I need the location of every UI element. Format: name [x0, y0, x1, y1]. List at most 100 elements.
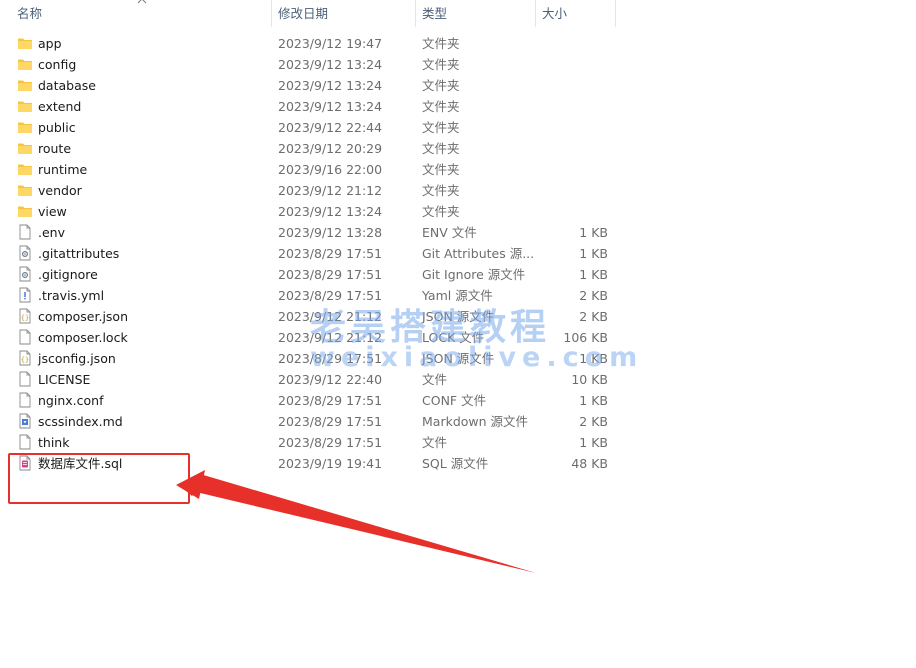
file-name: composer.json [38, 309, 129, 324]
file-name: database [38, 78, 96, 93]
file-type: 文件夹 [422, 204, 460, 219]
file-row[interactable]: composer.lock 2023/9/12 21:12 LOCK 文件 106 K… [0, 327, 616, 348]
file-icon [17, 392, 33, 408]
column-header-size[interactable]: 大小 [542, 0, 567, 27]
file-row[interactable]: extend 2023/9/12 13:24 文件夹 [0, 96, 616, 117]
file-name: config [38, 57, 77, 72]
folder-icon [17, 56, 33, 72]
file-modified: 2023/9/12 21:12 [278, 183, 383, 198]
file-row[interactable]: scssindex.md 2023/8/29 17:51 Markdown 源文件 2… [0, 411, 616, 432]
column-divider[interactable] [415, 0, 416, 27]
file-modified: 2023/9/12 13:24 [278, 204, 383, 219]
file-type: 文件夹 [422, 162, 460, 177]
column-header-type[interactable]: 类型 [422, 0, 447, 27]
column-divider[interactable] [535, 0, 536, 27]
file-modified: 2023/9/12 13:24 [278, 57, 383, 72]
file-name: nginx.conf [38, 393, 104, 408]
file-type: JSON 源文件 [422, 309, 495, 324]
file-row[interactable]: database 2023/9/12 13:24 文件夹 [0, 75, 616, 96]
file-size: 1 KB [579, 435, 608, 450]
file-type: 文件夹 [422, 183, 460, 198]
file-type: 文件夹 [422, 36, 460, 51]
file-row[interactable]: route 2023/9/12 20:29 文件夹 [0, 138, 616, 159]
exclaim-file-icon [17, 287, 33, 303]
file-icon [17, 371, 33, 387]
file-name: runtime [38, 162, 88, 177]
folder-icon [17, 140, 33, 156]
file-type: 文件 [422, 372, 448, 387]
folder-icon [17, 77, 33, 93]
file-row[interactable]: .gitattributes 2023/8/29 17:51 Git Attribu… [0, 243, 616, 264]
file-name: .gitignore [38, 267, 98, 282]
file-type: 文件夹 [422, 120, 460, 135]
file-size: 2 KB [579, 309, 608, 324]
braces-file-icon: {} [17, 308, 33, 324]
column-header-name[interactable]: 名称 [17, 0, 42, 27]
svg-text:{}: {} [21, 356, 29, 364]
folder-icon [17, 161, 33, 177]
file-modified: 2023/8/29 17:51 [278, 351, 383, 366]
file-modified: 2023/8/29 17:51 [278, 246, 383, 261]
file-type: 文件夹 [422, 57, 460, 72]
gear-file-icon [17, 245, 33, 261]
file-modified: 2023/9/12 20:29 [278, 141, 383, 156]
file-row[interactable]: {} jsconfig.json 2023/8/29 17:51 JSON 源文件 1 … [0, 348, 616, 369]
file-type: Git Ignore 源文件 [422, 267, 526, 282]
file-type: ENV 文件 [422, 225, 477, 240]
folder-icon [17, 203, 33, 219]
file-row[interactable]: public 2023/9/12 22:44 文件夹 [0, 117, 616, 138]
file-name: extend [38, 99, 82, 114]
file-row[interactable]: .gitignore 2023/8/29 17:51 Git Ignore 源文件 1… [0, 264, 616, 285]
file-modified: 2023/8/29 17:51 [278, 435, 383, 450]
file-name: .travis.yml [38, 288, 105, 303]
file-size: 2 KB [579, 288, 608, 303]
gear-file-icon [17, 266, 33, 282]
file-name: public [38, 120, 76, 135]
file-size: 48 KB [571, 456, 608, 471]
file-type: JSON 源文件 [422, 351, 495, 366]
file-type: 文件 [422, 435, 448, 450]
file-name: think [38, 435, 70, 450]
file-row[interactable]: app 2023/9/12 19:47 文件夹 [0, 33, 616, 54]
file-row[interactable]: nginx.conf 2023/8/29 17:51 CONF 文件 1 KB [0, 390, 616, 411]
file-type: Markdown 源文件 [422, 414, 529, 429]
file-row[interactable]: think 2023/8/29 17:51 文件 1 KB [0, 432, 616, 453]
file-type: Git Attributes 源... [422, 246, 535, 261]
column-divider[interactable] [271, 0, 272, 27]
svg-text:{}: {} [21, 314, 29, 322]
file-modified: 2023/9/12 13:24 [278, 78, 383, 93]
folder-icon [17, 98, 33, 114]
file-name: vendor [38, 183, 82, 198]
file-modified: 2023/8/29 17:51 [278, 414, 383, 429]
file-modified: 2023/9/12 13:24 [278, 99, 383, 114]
column-header-modified[interactable]: 修改日期 [278, 0, 328, 27]
file-type: SQL 源文件 [422, 456, 489, 471]
file-modified: 2023/9/12 21:12 [278, 330, 383, 345]
column-divider[interactable] [615, 0, 616, 27]
file-size: 1 KB [579, 393, 608, 408]
file-row[interactable]: vendor 2023/9/12 21:12 文件夹 [0, 180, 616, 201]
file-row[interactable]: config 2023/9/12 13:24 文件夹 [0, 54, 616, 75]
folder-icon [17, 182, 33, 198]
file-row[interactable]: LICENSE 2023/9/12 22:40 文件 10 KB [0, 369, 616, 390]
highlight-annotation-box [8, 453, 190, 504]
file-modified: 2023/9/12 13:28 [278, 225, 383, 240]
file-row[interactable]: runtime 2023/9/16 22:00 文件夹 [0, 159, 616, 180]
braces-file-icon: {} [17, 350, 33, 366]
file-name: view [38, 204, 67, 219]
file-icon [17, 434, 33, 450]
sort-ascending-icon [137, 0, 147, 4]
file-modified: 2023/9/16 22:00 [278, 162, 383, 177]
file-name: composer.lock [38, 330, 128, 345]
file-type: 文件夹 [422, 141, 460, 156]
file-size: 106 KB [563, 330, 608, 345]
file-size: 10 KB [571, 372, 608, 387]
markdown-file-icon [17, 413, 33, 429]
file-type: LOCK 文件 [422, 330, 485, 345]
file-name: .env [38, 225, 65, 240]
file-row[interactable]: .travis.yml 2023/8/29 17:51 Yaml 源文件 2 KB [0, 285, 616, 306]
file-row[interactable]: .env 2023/9/12 13:28 ENV 文件 1 KB [0, 222, 616, 243]
file-row[interactable]: view 2023/9/12 13:24 文件夹 [0, 201, 616, 222]
file-row[interactable]: {} composer.json 2023/9/12 21:12 JSON 源文件 2 … [0, 306, 616, 327]
file-modified: 2023/9/12 19:47 [278, 36, 383, 51]
